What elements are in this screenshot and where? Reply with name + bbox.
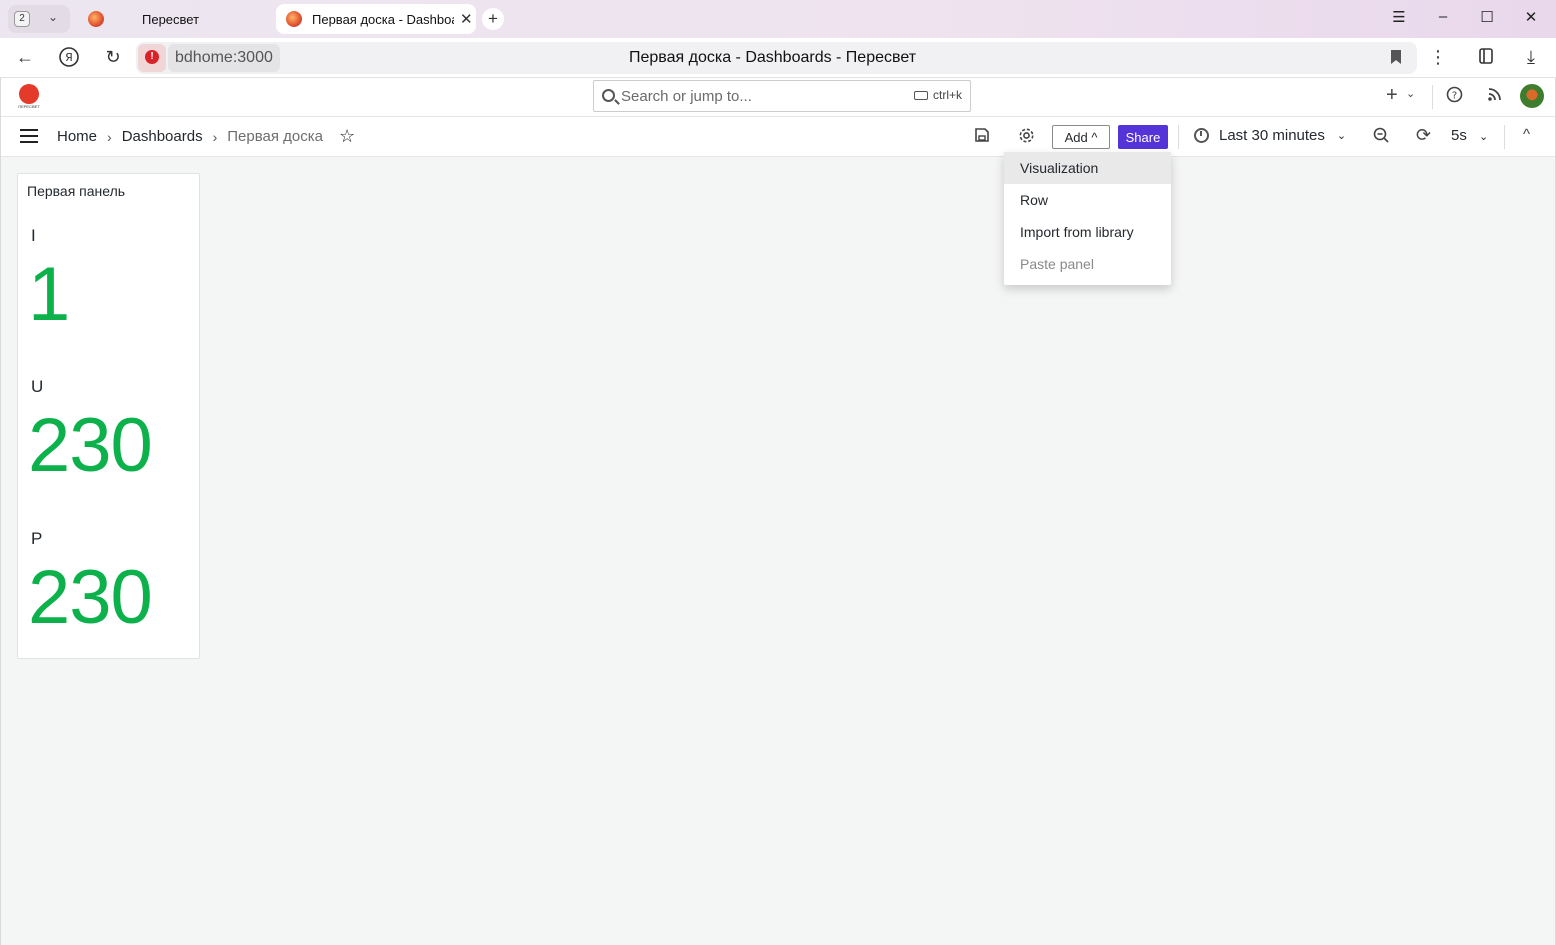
maximize-icon[interactable]: ☐ — [1477, 8, 1497, 26]
divider — [1432, 85, 1433, 109]
menu-hamburger-icon[interactable] — [20, 129, 38, 143]
divider — [1178, 125, 1179, 149]
browser-tab-2[interactable]: Первая доска - Dashboards - Пересвет ✕ — [276, 4, 476, 34]
menu-item-row[interactable]: Row — [1004, 184, 1171, 216]
download-icon[interactable]: ⤓ — [1519, 46, 1543, 70]
browser-menu-icon[interactable]: ☰ — [1389, 8, 1409, 26]
menu-item-visualization[interactable]: Visualization — [1004, 152, 1171, 184]
help-icon[interactable]: ? — [1446, 86, 1463, 108]
breadcrumb: Home › Dashboards › Первая доска — [57, 128, 323, 145]
tab-label: Первая доска - Dashboards - Пересвет — [312, 11, 454, 27]
breadcrumb-home[interactable]: Home — [57, 128, 97, 145]
minimize-icon[interactable]: – — [1433, 8, 1453, 25]
browser-tab-1[interactable]: Пересвет — [86, 4, 271, 34]
stat-panel[interactable]: Первая панель I 1 U 230 P 230 — [17, 173, 200, 659]
stat-value-u: 230 — [28, 403, 153, 488]
tab-counter-button[interactable]: 2 ⌄ — [8, 5, 70, 33]
logo-text: ПЕРЕСВЕТ — [18, 104, 40, 109]
logo-icon — [19, 84, 39, 104]
chevron-down-icon: ⌄ — [1479, 131, 1489, 143]
add-button-label: Add — [1064, 129, 1088, 145]
star-favorite-icon[interactable]: ☆ — [339, 126, 355, 147]
time-range-label: Last 30 minutes — [1219, 127, 1325, 144]
svg-text:Я: Я — [65, 51, 73, 64]
refresh-interval-picker[interactable]: 5s ⌄ — [1451, 127, 1488, 144]
chevron-up-icon: ^ — [1091, 129, 1098, 145]
zoom-out-icon[interactable] — [1373, 127, 1390, 149]
reload-icon[interactable]: ↻ — [101, 46, 125, 70]
security-warning-icon[interactable]: ! — [138, 44, 166, 72]
chevron-down-icon: ⌄ — [1336, 130, 1347, 142]
app-logo[interactable]: ПЕРЕСВЕТ — [18, 84, 40, 110]
new-plus-icon[interactable]: + — [1386, 84, 1398, 107]
time-range-picker[interactable]: Last 30 minutes ⌄ — [1194, 127, 1346, 144]
menu-item-paste-panel: Paste panel — [1020, 256, 1094, 272]
tab-label: Пересвет — [142, 11, 200, 27]
shortcut-hint: ctrl+k — [913, 88, 962, 102]
breadcrumb-current: Первая доска — [227, 128, 323, 145]
stat-label-u: U — [31, 377, 44, 396]
svg-text:?: ? — [1452, 91, 1457, 102]
page-title: Первая доска - Dashboards - Пересвет — [628, 49, 917, 66]
chevron-right-icon: › — [107, 128, 112, 145]
app-top-bar: ПЕРЕСВЕТ ctrl+k + ⌄ ? — [0, 78, 1556, 117]
shortcut-text: ctrl+k — [932, 88, 962, 102]
chevron-right-icon: › — [212, 128, 218, 145]
stat-value-i: 1 — [28, 252, 70, 337]
stat-label-i: I — [31, 226, 36, 245]
settings-gear-icon[interactable] — [1018, 127, 1035, 149]
more-vertical-icon[interactable]: ⋮ — [1426, 46, 1450, 70]
search-box[interactable]: ctrl+k — [593, 80, 971, 112]
tab-favicon-icon — [286, 11, 302, 27]
refresh-icon[interactable]: ⟳ — [1416, 125, 1431, 146]
window-border-left — [0, 78, 1, 945]
back-arrow-icon[interactable]: ← — [13, 46, 37, 70]
refresh-interval-label: 5s — [1451, 127, 1467, 144]
stat-value-p: 230 — [28, 555, 153, 640]
dashboard-toolbar: Home › Dashboards › Первая доска ☆ Add ^… — [0, 117, 1556, 157]
tab-count: 2 — [14, 11, 30, 27]
add-dropdown-menu: Visualization Row Import from library Pa… — [1004, 152, 1171, 285]
clock-icon — [1194, 128, 1209, 143]
stat-label-p: P — [31, 529, 43, 548]
save-icon[interactable] — [974, 127, 990, 148]
yandex-icon[interactable]: Я — [57, 46, 81, 70]
url-bar[interactable]: ! bdhome:3000 Первая доска - Dashboards … — [136, 42, 1417, 74]
share-button[interactable]: Share — [1118, 125, 1168, 149]
close-window-icon[interactable]: ✕ — [1521, 8, 1541, 26]
chevron-up-icon[interactable]: ^ — [1523, 126, 1530, 143]
breadcrumb-dashboards[interactable]: Dashboards — [122, 128, 203, 145]
close-tab-icon[interactable]: ✕ — [460, 10, 473, 28]
menu-item-import-from-library[interactable]: Import from library — [1004, 216, 1171, 248]
keyboard-icon — [913, 90, 928, 100]
collections-icon[interactable] — [1474, 46, 1498, 70]
news-rss-icon[interactable] — [1486, 86, 1503, 108]
panel-title[interactable]: Первая панель — [27, 183, 125, 199]
browser-tab-strip: 2 ⌄ Пересвет Первая доска - Dashboards -… — [0, 0, 1556, 38]
search-icon — [602, 89, 615, 102]
chevron-down-icon: ⌄ — [48, 10, 59, 24]
user-avatar[interactable] — [1520, 84, 1544, 108]
bookmark-icon[interactable] — [1391, 50, 1401, 64]
address-bar-row: ← Я ↻ ! bdhome:3000 Первая доска - Dashb… — [0, 38, 1556, 78]
tab-favicon-icon — [88, 11, 104, 27]
chevron-down-icon[interactable]: ⌄ — [1406, 87, 1415, 100]
url-host[interactable]: bdhome:3000 — [168, 44, 280, 72]
search-input[interactable] — [621, 86, 891, 106]
new-tab-button[interactable]: + — [482, 8, 504, 30]
divider — [1504, 125, 1505, 149]
add-button[interactable]: Add ^ — [1052, 125, 1110, 149]
